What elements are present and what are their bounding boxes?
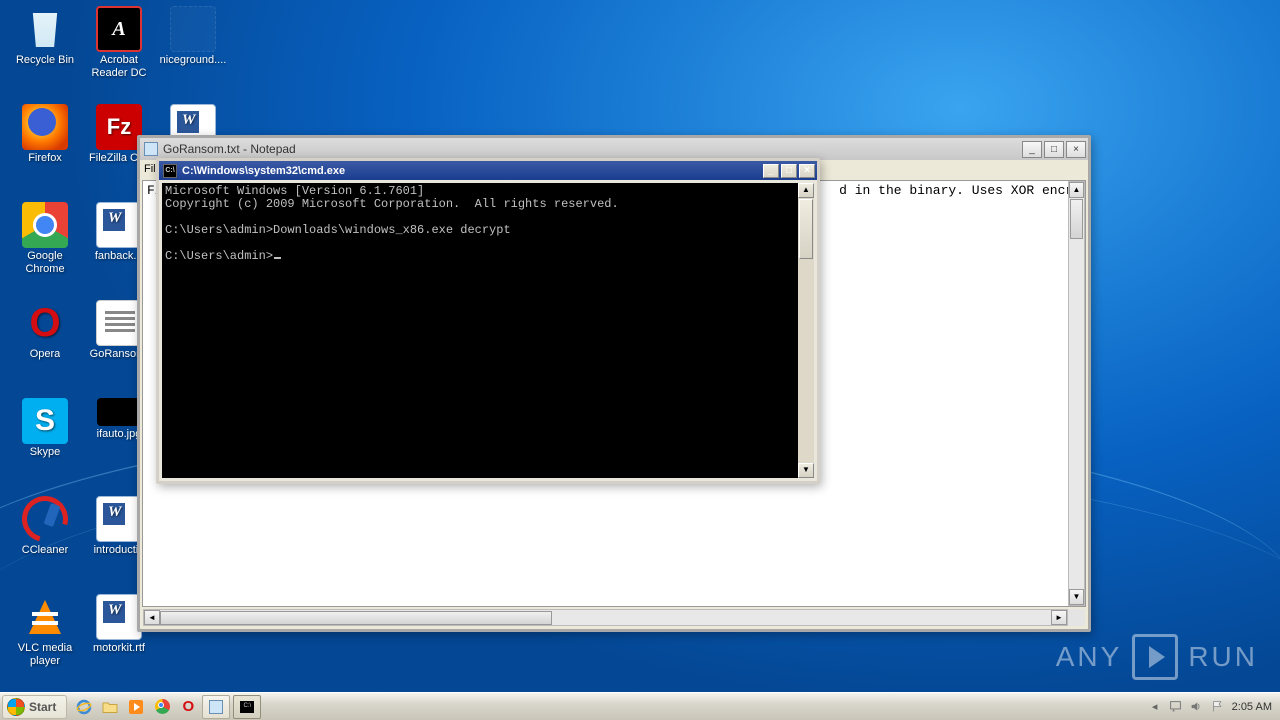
icon-label: niceground.... xyxy=(160,54,227,67)
maximize-button[interactable]: □ xyxy=(781,164,797,178)
scroll-down-button[interactable]: ▼ xyxy=(1069,589,1084,605)
system-tray[interactable]: ◂ 2:05 AM xyxy=(1148,700,1280,714)
icon-label: Acrobat Reader DC xyxy=(83,54,155,79)
task-notepad[interactable] xyxy=(202,695,230,719)
introductio-icon xyxy=(96,496,142,542)
desktop-icon-recycle-bin[interactable]: Recycle Bin xyxy=(8,2,82,100)
start-button[interactable]: Start xyxy=(2,695,67,719)
fanback-icon xyxy=(96,202,142,248)
chrome-icon xyxy=(22,202,68,248)
icon-label: Firefox xyxy=(28,152,62,165)
scroll-left-button[interactable]: ◄ xyxy=(144,610,160,625)
close-button[interactable]: × xyxy=(799,164,815,178)
play-icon xyxy=(1132,634,1178,680)
desktop-icon-acrobat[interactable]: AAcrobat Reader DC xyxy=(82,2,156,100)
icon-label: Opera xyxy=(30,348,61,361)
ccleaner-icon xyxy=(22,496,68,542)
media-player-icon[interactable] xyxy=(125,696,147,718)
opera-icon: O xyxy=(22,300,68,346)
icon-label: VLC media player xyxy=(9,642,81,667)
volume-icon[interactable] xyxy=(1190,700,1204,714)
niceground-icon xyxy=(170,6,216,52)
scroll-up-button[interactable]: ▲ xyxy=(1069,182,1084,198)
icon-label: fanback.rt xyxy=(95,250,143,263)
close-button[interactable]: × xyxy=(1066,141,1086,158)
motorkit-icon xyxy=(96,594,142,640)
opera-icon[interactable]: O xyxy=(177,696,199,718)
tray-expand-icon[interactable]: ◂ xyxy=(1148,700,1162,714)
scroll-thumb[interactable] xyxy=(799,199,813,259)
action-center-icon[interactable] xyxy=(1169,700,1183,714)
watermark-text: ANY xyxy=(1056,641,1123,673)
quick-launch: O xyxy=(73,696,199,718)
notepad-title: GoRansom.txt - Notepad xyxy=(163,142,296,156)
scroll-thumb-h[interactable] xyxy=(160,611,552,625)
scroll-up-button[interactable]: ▲ xyxy=(798,183,814,198)
icon-label: Recycle Bin xyxy=(16,54,74,67)
icon-label: motorkit.rtf xyxy=(93,642,145,655)
watermark-text: RUN xyxy=(1188,641,1258,673)
cmd-title: C:\Windows\system32\cmd.exe xyxy=(182,165,345,177)
icon-label: Skype xyxy=(30,446,61,459)
cmd-titlebar[interactable]: C:\ C:\Windows\system32\cmd.exe _ □ × xyxy=(159,161,817,180)
skype-icon: S xyxy=(22,398,68,444)
icon-label: ifauto.jpg xyxy=(97,428,142,441)
desktop-icon-vlc[interactable]: VLC media player xyxy=(8,590,82,688)
taskbar[interactable]: Start O C:\ ◂ 2:05 AM xyxy=(0,692,1280,720)
scroll-thumb-v[interactable] xyxy=(1070,199,1083,239)
maximize-button[interactable]: □ xyxy=(1044,141,1064,158)
firefox-icon xyxy=(22,104,68,150)
scroll-down-button[interactable]: ▼ xyxy=(798,463,814,478)
cmd-icon: C:\ xyxy=(163,164,177,178)
minimize-button[interactable]: _ xyxy=(1022,141,1042,158)
notepad-hscrollbar[interactable]: ◄ ► xyxy=(143,609,1068,626)
recycle-bin-icon xyxy=(22,6,68,52)
cmd-vscrollbar[interactable]: ▲ ▼ xyxy=(798,183,814,478)
resize-grip[interactable] xyxy=(1068,609,1085,626)
desktop[interactable]: Recycle Bin AAcrobat Reader DC niceground.… xyxy=(0,0,1280,720)
cmd-console[interactable]: Microsoft Windows [Version 6.1.7601] Cop… xyxy=(162,183,814,478)
ie-icon[interactable] xyxy=(73,696,95,718)
acrobat-icon: A xyxy=(96,6,142,52)
start-label: Start xyxy=(29,700,56,714)
flag-icon[interactable] xyxy=(1211,700,1225,714)
desktop-icon-chrome[interactable]: Google Chrome xyxy=(8,198,82,296)
explorer-icon[interactable] xyxy=(99,696,121,718)
task-cmd[interactable]: C:\ xyxy=(233,695,261,719)
windows-orb-icon xyxy=(7,698,25,716)
chrome-icon[interactable] xyxy=(151,696,173,718)
vlc-icon xyxy=(22,594,68,640)
desktop-icon-niceground[interactable]: niceground.... xyxy=(156,2,230,100)
watermark: ANY RUN xyxy=(1056,634,1258,680)
icon-label: Google Chrome xyxy=(9,250,81,275)
minimize-button[interactable]: _ xyxy=(763,164,779,178)
desktop-icon-ccleaner[interactable]: CCleaner xyxy=(8,492,82,590)
desktop-icon-skype[interactable]: S Skype xyxy=(8,394,82,492)
icon-label: CCleaner xyxy=(22,544,68,557)
ifauto-icon xyxy=(97,398,141,426)
desktop-icon-opera[interactable]: O Opera xyxy=(8,296,82,394)
notepad-titlebar[interactable]: GoRansom.txt - Notepad _ □ × xyxy=(140,138,1088,160)
notepad-text-right: d in the binary. Uses XOR encry xyxy=(839,183,1081,198)
cmd-window[interactable]: C:\ C:\Windows\system32\cmd.exe _ □ × Mi… xyxy=(156,158,820,484)
desktop-icon-firefox[interactable]: Firefox xyxy=(8,100,82,198)
goransom-icon xyxy=(96,300,142,346)
filezilla-icon: Fz xyxy=(96,104,142,150)
clock[interactable]: 2:05 AM xyxy=(1232,701,1272,713)
notepad-vscrollbar[interactable]: ▲ ▼ xyxy=(1068,181,1085,606)
notepad-icon xyxy=(144,142,158,156)
scroll-right-button[interactable]: ► xyxy=(1051,610,1067,625)
